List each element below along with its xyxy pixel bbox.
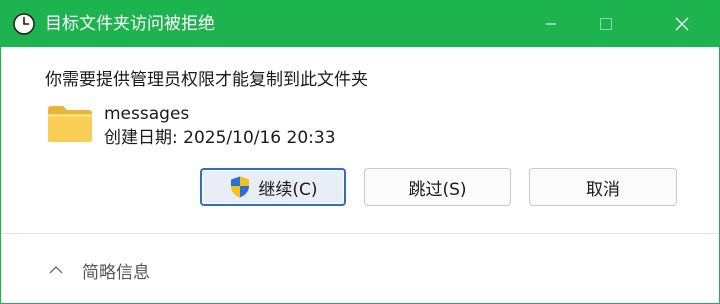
cancel-button-label: 取消 — [586, 179, 620, 200]
details-toggle[interactable]: 简略信息 — [48, 255, 150, 285]
clock-icon — [13, 13, 35, 35]
close-icon — [675, 17, 689, 31]
folder-icon — [48, 106, 92, 142]
file-created-date: 创建日期: 2025/10/16 20:33 — [104, 128, 336, 148]
uac-shield-icon — [231, 176, 250, 198]
maximize-button[interactable] — [583, 1, 629, 47]
skip-button-label: 跳过(S) — [408, 179, 467, 200]
window-title: 目标文件夹访问被拒绝 — [45, 14, 215, 34]
chevron-up-icon — [49, 266, 63, 274]
minimize-icon — [546, 23, 556, 25]
file-name: messages — [104, 104, 190, 124]
continue-button-label: 继续(C) — [258, 179, 318, 200]
details-label: 简略信息 — [82, 262, 150, 283]
permission-message: 你需要提供管理员权限才能复制到此文件夹 — [45, 70, 368, 90]
cancel-button[interactable]: 取消 — [529, 168, 677, 206]
access-denied-dialog: 目标文件夹访问被拒绝 你需要提供管理员权限才能复制到此文件夹 messages … — [0, 0, 720, 304]
separator — [1, 233, 719, 234]
minimize-button[interactable] — [528, 1, 574, 47]
maximize-icon — [600, 18, 612, 30]
skip-button[interactable]: 跳过(S) — [364, 168, 511, 206]
close-button[interactable] — [659, 1, 705, 47]
continue-button[interactable]: 继续(C) — [200, 168, 346, 206]
title-bar[interactable]: 目标文件夹访问被拒绝 — [1, 1, 719, 47]
